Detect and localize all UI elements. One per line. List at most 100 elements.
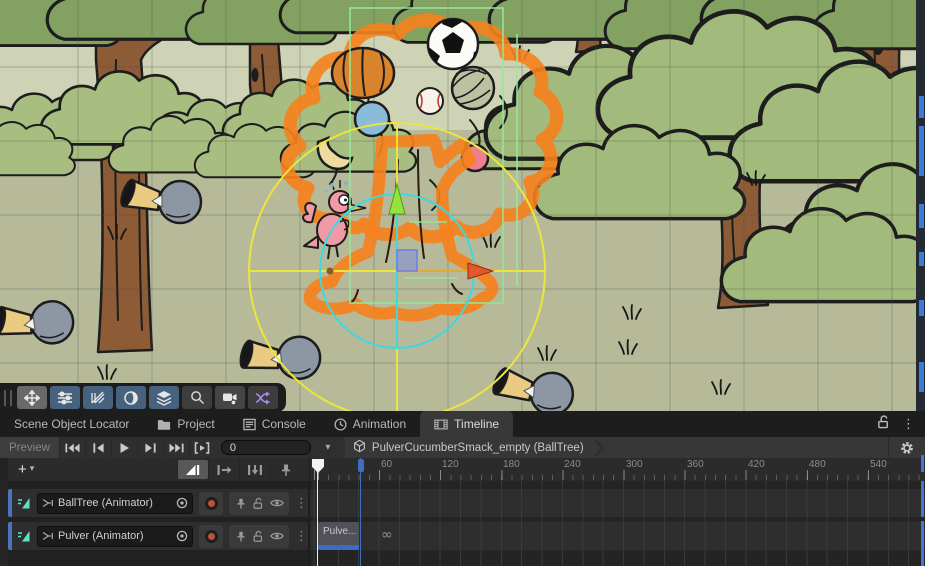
add-track-button[interactable]: + ▾ [13,462,39,477]
header-notch [0,458,8,481]
mix-mode-icon [185,463,201,477]
pin-icon[interactable] [235,530,247,543]
volleyball[interactable] [452,67,494,109]
eye-icon[interactable] [270,497,284,509]
track-menu-icon[interactable]: ⋮ [295,497,308,510]
record-icon [205,497,218,510]
scene-scrollbar-strip[interactable] [916,0,925,411]
record-button[interactable] [199,525,223,548]
panel-tab-bar: Scene Object Locator Project Console Ani… [0,411,925,437]
toolbar-drag-handle[interactable] [4,390,12,406]
play-range-button[interactable] [189,437,215,458]
skip-start-button[interactable] [59,437,85,458]
caret-down-icon: ▾ [30,465,35,474]
track-name: BallTree (Animator) [58,497,172,509]
animation-track-icon [17,496,32,510]
timeline-clip-area[interactable]: Pulve... ∞ [310,481,925,566]
unlock-icon[interactable] [877,415,890,434]
track-row-balltree[interactable]: BallTree (Animator) ⋮ [8,489,308,517]
unlock-icon[interactable] [252,497,264,510]
blue-ball[interactable] [355,102,389,136]
move-tool-button[interactable] [17,386,47,409]
track-binding-field[interactable]: BallTree (Animator) [37,493,193,514]
scene-view[interactable] [0,0,925,411]
replace-mode-button[interactable] [239,460,270,479]
timeline-header-row: + ▾ 60 120 18 [0,458,925,481]
tab-console[interactable]: Console [229,411,320,437]
layers-tool-button[interactable] [149,386,179,409]
pin-icon[interactable] [235,497,247,510]
tab-label: Project [177,417,214,431]
pin-mode-button[interactable] [270,460,301,479]
timeline-end-marker[interactable] [358,459,364,472]
ruler-label: 180 [503,459,520,470]
track-row-pulver[interactable]: Pulver (Animator) ⋮ [8,522,308,550]
track-gutter [0,481,8,566]
play-button[interactable] [111,437,137,458]
tab-timeline[interactable]: Timeline [420,411,513,437]
skip-end-icon [169,442,184,454]
eye-icon[interactable] [270,530,284,542]
ripple-mode-button[interactable] [208,460,239,479]
mix-mode-button[interactable] [177,460,208,479]
sphere-tool-button[interactable] [116,386,146,409]
search-icon [190,390,205,405]
hatch-tool-button[interactable] [83,386,113,409]
clock-icon [334,418,347,431]
replace-mode-icon [247,463,263,477]
step-back-button[interactable] [85,437,111,458]
scene-canvas[interactable] [0,0,925,411]
track-color-stripe [8,489,12,517]
frame-options-dropdown[interactable]: ▾ [315,437,341,458]
skip-end-button[interactable] [163,437,189,458]
ruler-label: 420 [748,459,765,470]
pulver-track-lane[interactable] [310,522,925,550]
clip-label: Pulve... [318,522,359,537]
track-options-cluster [229,525,289,548]
ruler-label: 60 [381,459,392,470]
breadcrumb-title: PulverCucumberSmack_empty (BallTree) [372,442,584,454]
record-button[interactable] [199,492,223,515]
filmstrip-icon [434,418,448,431]
track-menu-icon[interactable]: ⋮ [295,530,308,543]
pumpkin[interactable] [332,48,394,98]
timeline-settings-button[interactable] [888,437,925,458]
tab-animation[interactable]: Animation [320,411,420,437]
infinite-clip-indicator: ∞ [381,522,393,550]
timeline-transport-row: Preview 0 ▾ PulverCucumberSmack_empt [0,437,925,458]
camera-tool-button[interactable] [215,386,245,409]
tab-project[interactable]: Project [143,411,228,437]
tab-scene-object-locator[interactable]: Scene Object Locator [0,411,143,437]
shuffle-tool-button[interactable] [248,386,278,409]
cube-icon [353,439,366,456]
track-header-column: BallTree (Animator) ⋮ [0,481,310,566]
ruler-label: 120 [442,459,459,470]
step-forward-button[interactable] [137,437,163,458]
mixer-icon [57,390,73,406]
hatch-icon [90,390,106,406]
baseball[interactable] [417,88,443,114]
tab-label: Timeline [454,417,499,431]
animation-clip[interactable]: Pulve... [318,522,359,550]
editor-window: Scene Object Locator Project Console Ani… [0,0,925,566]
timeline-ruler[interactable]: 60 120 180 240 300 360 420 480 540 [310,458,925,481]
track-options-cluster [229,492,289,515]
track-binding-field[interactable]: Pulver (Animator) [37,526,193,547]
object-picker-icon[interactable] [176,530,188,542]
balltree-track-lane[interactable] [310,489,925,517]
object-picker-icon[interactable] [176,497,188,509]
ruler-major-ticks [310,470,925,480]
panel-menu-icon[interactable]: ⋮ [902,418,915,431]
mixer-tool-button[interactable] [50,386,80,409]
move-icon [24,390,40,406]
current-frame-field[interactable]: 0 [221,440,311,455]
camera-icon [222,390,238,406]
timeline-end-line [360,458,361,566]
unlock-icon[interactable] [252,530,264,543]
breadcrumb[interactable]: PulverCucumberSmack_empty (BallTree) [345,437,888,458]
breadcrumb-chevron-icon [590,437,602,458]
search-tool-button[interactable] [182,386,212,409]
tab-label: Animation [353,417,406,431]
console-icon [243,418,256,431]
preview-toggle-button[interactable]: Preview [0,437,59,458]
